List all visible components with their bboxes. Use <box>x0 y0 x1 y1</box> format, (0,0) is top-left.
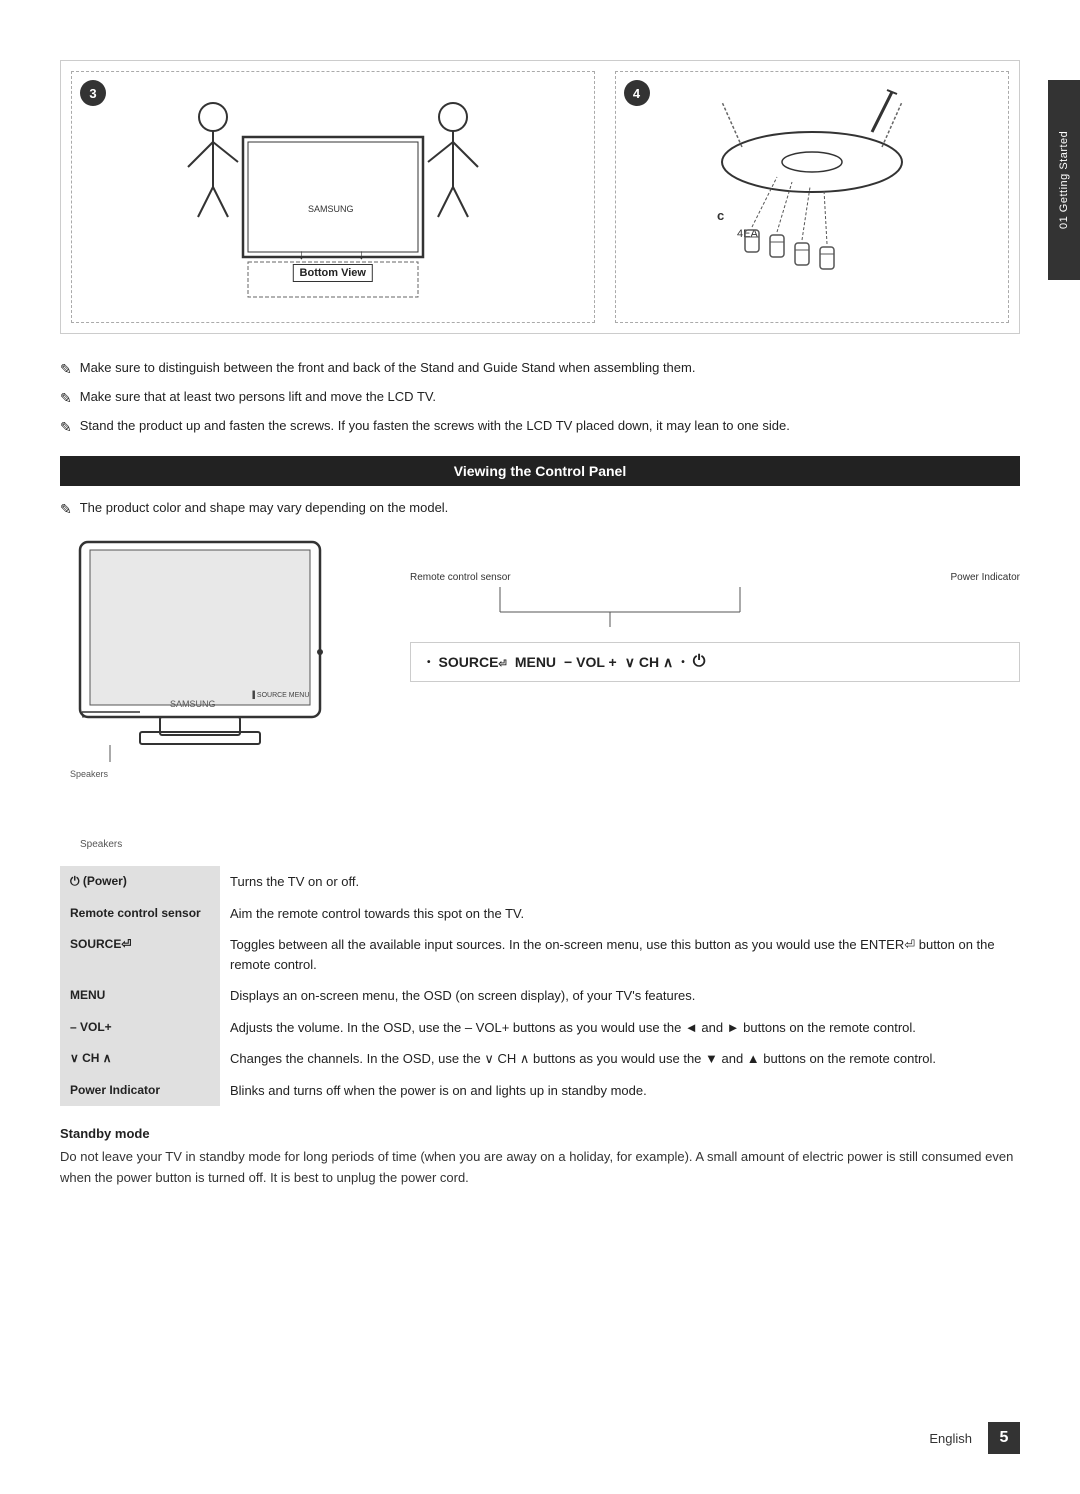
feature-value: Changes the channels. In the OSD, use th… <box>220 1043 1020 1075</box>
table-row: – VOL+Adjusts the volume. In the OSD, us… <box>60 1012 1020 1044</box>
note-icon-3: ✎ <box>60 417 72 438</box>
page-number: 5 <box>988 1422 1020 1454</box>
illustration-left: 3 <box>71 71 595 323</box>
model-note: ✎ The product color and shape may vary d… <box>60 500 1020 518</box>
table-row: SOURCE⏎Toggles between all the available… <box>60 929 1020 980</box>
button-bar: • SOURCE⏎ MENU − VOL + ∨ CH ∧ • ⏻ <box>410 642 1020 682</box>
feature-value: Blinks and turns off when the power is o… <box>220 1075 1020 1107</box>
connector-lines <box>410 582 1020 632</box>
svg-text:SAMSUNG: SAMSUNG <box>308 204 354 214</box>
step4-label: 4 <box>633 86 640 101</box>
source-button-label: SOURCE⏎ <box>439 654 507 670</box>
feature-key: Remote control sensor <box>60 898 220 930</box>
model-note-icon: ✎ <box>60 501 72 518</box>
tv-control-svg: SAMSUNG ▐ SOURCE MENU Speakers <box>60 532 380 792</box>
svg-text:▐ SOURCE MENU: ▐ SOURCE MENU <box>250 690 309 700</box>
speakers-label-area: Speakers <box>80 835 1020 850</box>
tv-diagram: SAMSUNG ▐ SOURCE MENU Speakers <box>60 532 380 815</box>
table-row: Power IndicatorBlinks and turns off when… <box>60 1075 1020 1107</box>
feature-table: ⏻ (Power)Turns the TV on or off.Remote c… <box>60 866 1020 1106</box>
control-panel-section: SAMSUNG ▐ SOURCE MENU Speakers Remote <box>60 532 1020 815</box>
feature-key: – VOL+ <box>60 1012 220 1044</box>
bottom-view-label: Bottom View <box>293 264 373 282</box>
notes-section: ✎ Make sure to distinguish between the f… <box>60 358 1020 438</box>
standby-title: Standby mode <box>60 1126 1020 1141</box>
svg-text:c: c <box>717 208 724 223</box>
power-button-icon: ⏻ <box>693 653 706 671</box>
sidebar-tab: 01 Getting Started <box>1048 80 1080 280</box>
bullet-dot-right: • <box>681 657 685 668</box>
page-footer: English 5 <box>929 1422 1020 1454</box>
note-text-3: Stand the product up and fasten the scre… <box>80 416 790 436</box>
feature-key: Power Indicator <box>60 1075 220 1107</box>
table-row: MENUDisplays an on-screen menu, the OSD … <box>60 980 1020 1012</box>
step3-label: 3 <box>89 86 96 101</box>
note-icon-1: ✎ <box>60 359 72 380</box>
ch-button-label: ∨ CH ∧ <box>625 654 674 671</box>
svg-text:↓: ↓ <box>298 246 305 262</box>
speakers-label: Speakers <box>80 839 122 850</box>
note-item-3: ✎ Stand the product up and fasten the sc… <box>60 416 1020 438</box>
table-row: ⏻ (Power)Turns the TV on or off. <box>60 866 1020 898</box>
table-row: ∨ CH ∧Changes the channels. In the OSD, … <box>60 1043 1020 1075</box>
menu-button-label: MENU <box>515 654 556 670</box>
section-title: Viewing the Control Panel <box>454 463 626 479</box>
standby-section: Standby mode Do not leave your TV in sta… <box>60 1126 1020 1189</box>
note-icon-2: ✎ <box>60 388 72 409</box>
note-item-1: ✎ Make sure to distinguish between the f… <box>60 358 1020 380</box>
screw-svg: c 4EA <box>662 82 962 312</box>
footer-lang: English <box>929 1431 972 1446</box>
step3-circle: 3 <box>80 80 106 106</box>
feature-key: SOURCE⏎ <box>60 929 220 980</box>
feature-key: ⏻ (Power) <box>60 866 220 898</box>
control-diagram-wrapper: SAMSUNG ▐ SOURCE MENU Speakers <box>60 532 380 815</box>
feature-key: MENU <box>60 980 220 1012</box>
note-text-1: Make sure to distinguish between the fro… <box>80 358 696 378</box>
section-header: Viewing the Control Panel <box>60 456 1020 486</box>
standby-text: Do not leave your TV in standby mode for… <box>60 1147 1020 1189</box>
feature-value: Adjusts the volume. In the OSD, use the … <box>220 1012 1020 1044</box>
sidebar-label: 01 Getting Started <box>1058 131 1070 229</box>
note-text-2: Make sure that at least two persons lift… <box>80 387 436 407</box>
feature-value: Turns the TV on or off. <box>220 866 1020 898</box>
table-row: Remote control sensorAim the remote cont… <box>60 898 1020 930</box>
bullet-dot-left: • <box>427 657 431 668</box>
illustration-right: 4 c 4EA <box>615 71 1010 323</box>
svg-text:SAMSUNG: SAMSUNG <box>170 699 216 709</box>
feature-value: Toggles between all the available input … <box>220 929 1020 980</box>
model-note-text: The product color and shape may vary dep… <box>80 500 449 515</box>
illustration-section: 3 <box>60 60 1020 334</box>
vol-button-label: − VOL + <box>564 654 617 670</box>
page-container: 01 Getting Started 3 <box>0 0 1080 1494</box>
feature-key: ∨ CH ∧ <box>60 1043 220 1075</box>
svg-text:↓: ↓ <box>358 246 365 262</box>
feature-table-body: ⏻ (Power)Turns the TV on or off.Remote c… <box>60 866 1020 1106</box>
step4-circle: 4 <box>624 80 650 106</box>
feature-value: Displays an on-screen menu, the OSD (on … <box>220 980 1020 1012</box>
feature-value: Aim the remote control towards this spot… <box>220 898 1020 930</box>
svg-text:Speakers: Speakers <box>70 769 109 779</box>
note-item-2: ✎ Make sure that at least two persons li… <box>60 387 1020 409</box>
control-panel-labels: Remote control sensor Power Indicator • … <box>380 532 1020 682</box>
